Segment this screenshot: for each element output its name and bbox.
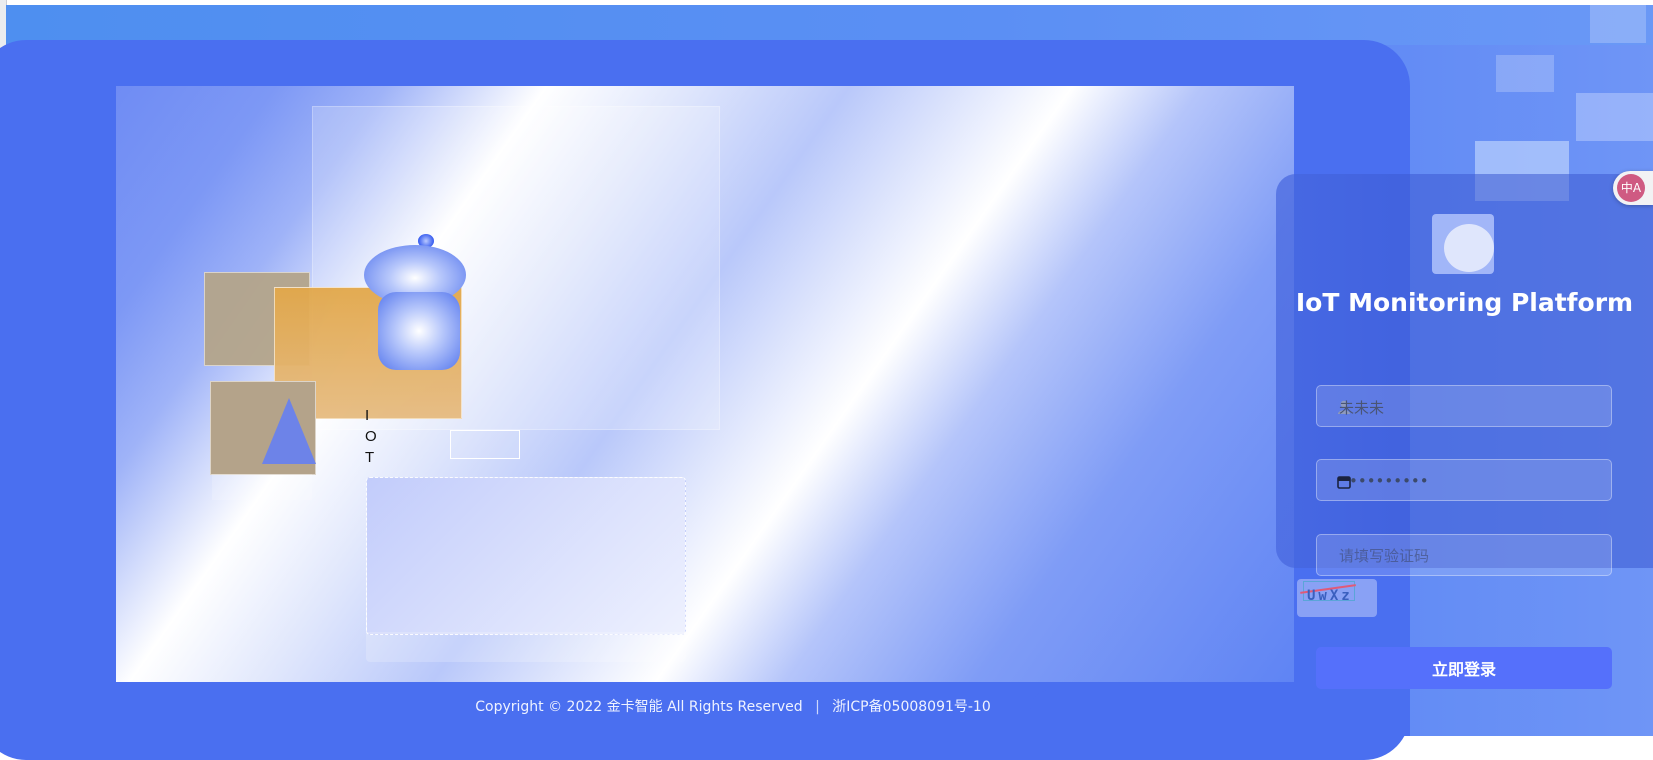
illustration-screen	[366, 477, 686, 635]
captcha-text: UwXz	[1307, 588, 1353, 604]
iot-letter: O	[365, 428, 377, 445]
footer-separator: |	[815, 699, 820, 715]
top-band	[6, 5, 1653, 45]
captcha-field[interactable]	[1316, 534, 1612, 577]
captcha-input[interactable]	[1337, 535, 1603, 577]
iot-letter: I	[365, 407, 370, 424]
logo-circle-icon	[1444, 224, 1494, 272]
username-input[interactable]	[1337, 386, 1603, 428]
password-field[interactable]	[1316, 459, 1612, 502]
username-field[interactable]	[1316, 385, 1612, 428]
illustration-card-shadow	[212, 474, 312, 500]
translate-icon: 中A	[1617, 174, 1645, 202]
iot-vertical-text: I O T	[365, 405, 377, 468]
password-input[interactable]	[1347, 460, 1603, 502]
deco-square	[1590, 5, 1646, 43]
translate-button[interactable]: 中A	[1613, 171, 1653, 205]
illustration-screen-shadow	[366, 632, 686, 662]
deco-square	[1496, 55, 1554, 92]
copyright-text: Copyright © 2022 金卡智能 All Rights Reserve…	[475, 699, 803, 715]
triangle-shape	[262, 398, 316, 464]
login-button[interactable]: 立即登录	[1316, 647, 1612, 689]
footer: Copyright © 2022 金卡智能 All Rights Reserve…	[0, 696, 1466, 716]
robot-body	[378, 292, 460, 370]
deco-square	[1576, 93, 1653, 141]
iot-letter: T	[365, 449, 375, 466]
outline-rectangle	[450, 430, 520, 459]
icp-link[interactable]: 浙ICP备05008091号-10	[832, 699, 990, 715]
login-title: IoT Monitoring Platform	[1295, 288, 1634, 317]
login-panel-fade	[1276, 174, 1396, 568]
